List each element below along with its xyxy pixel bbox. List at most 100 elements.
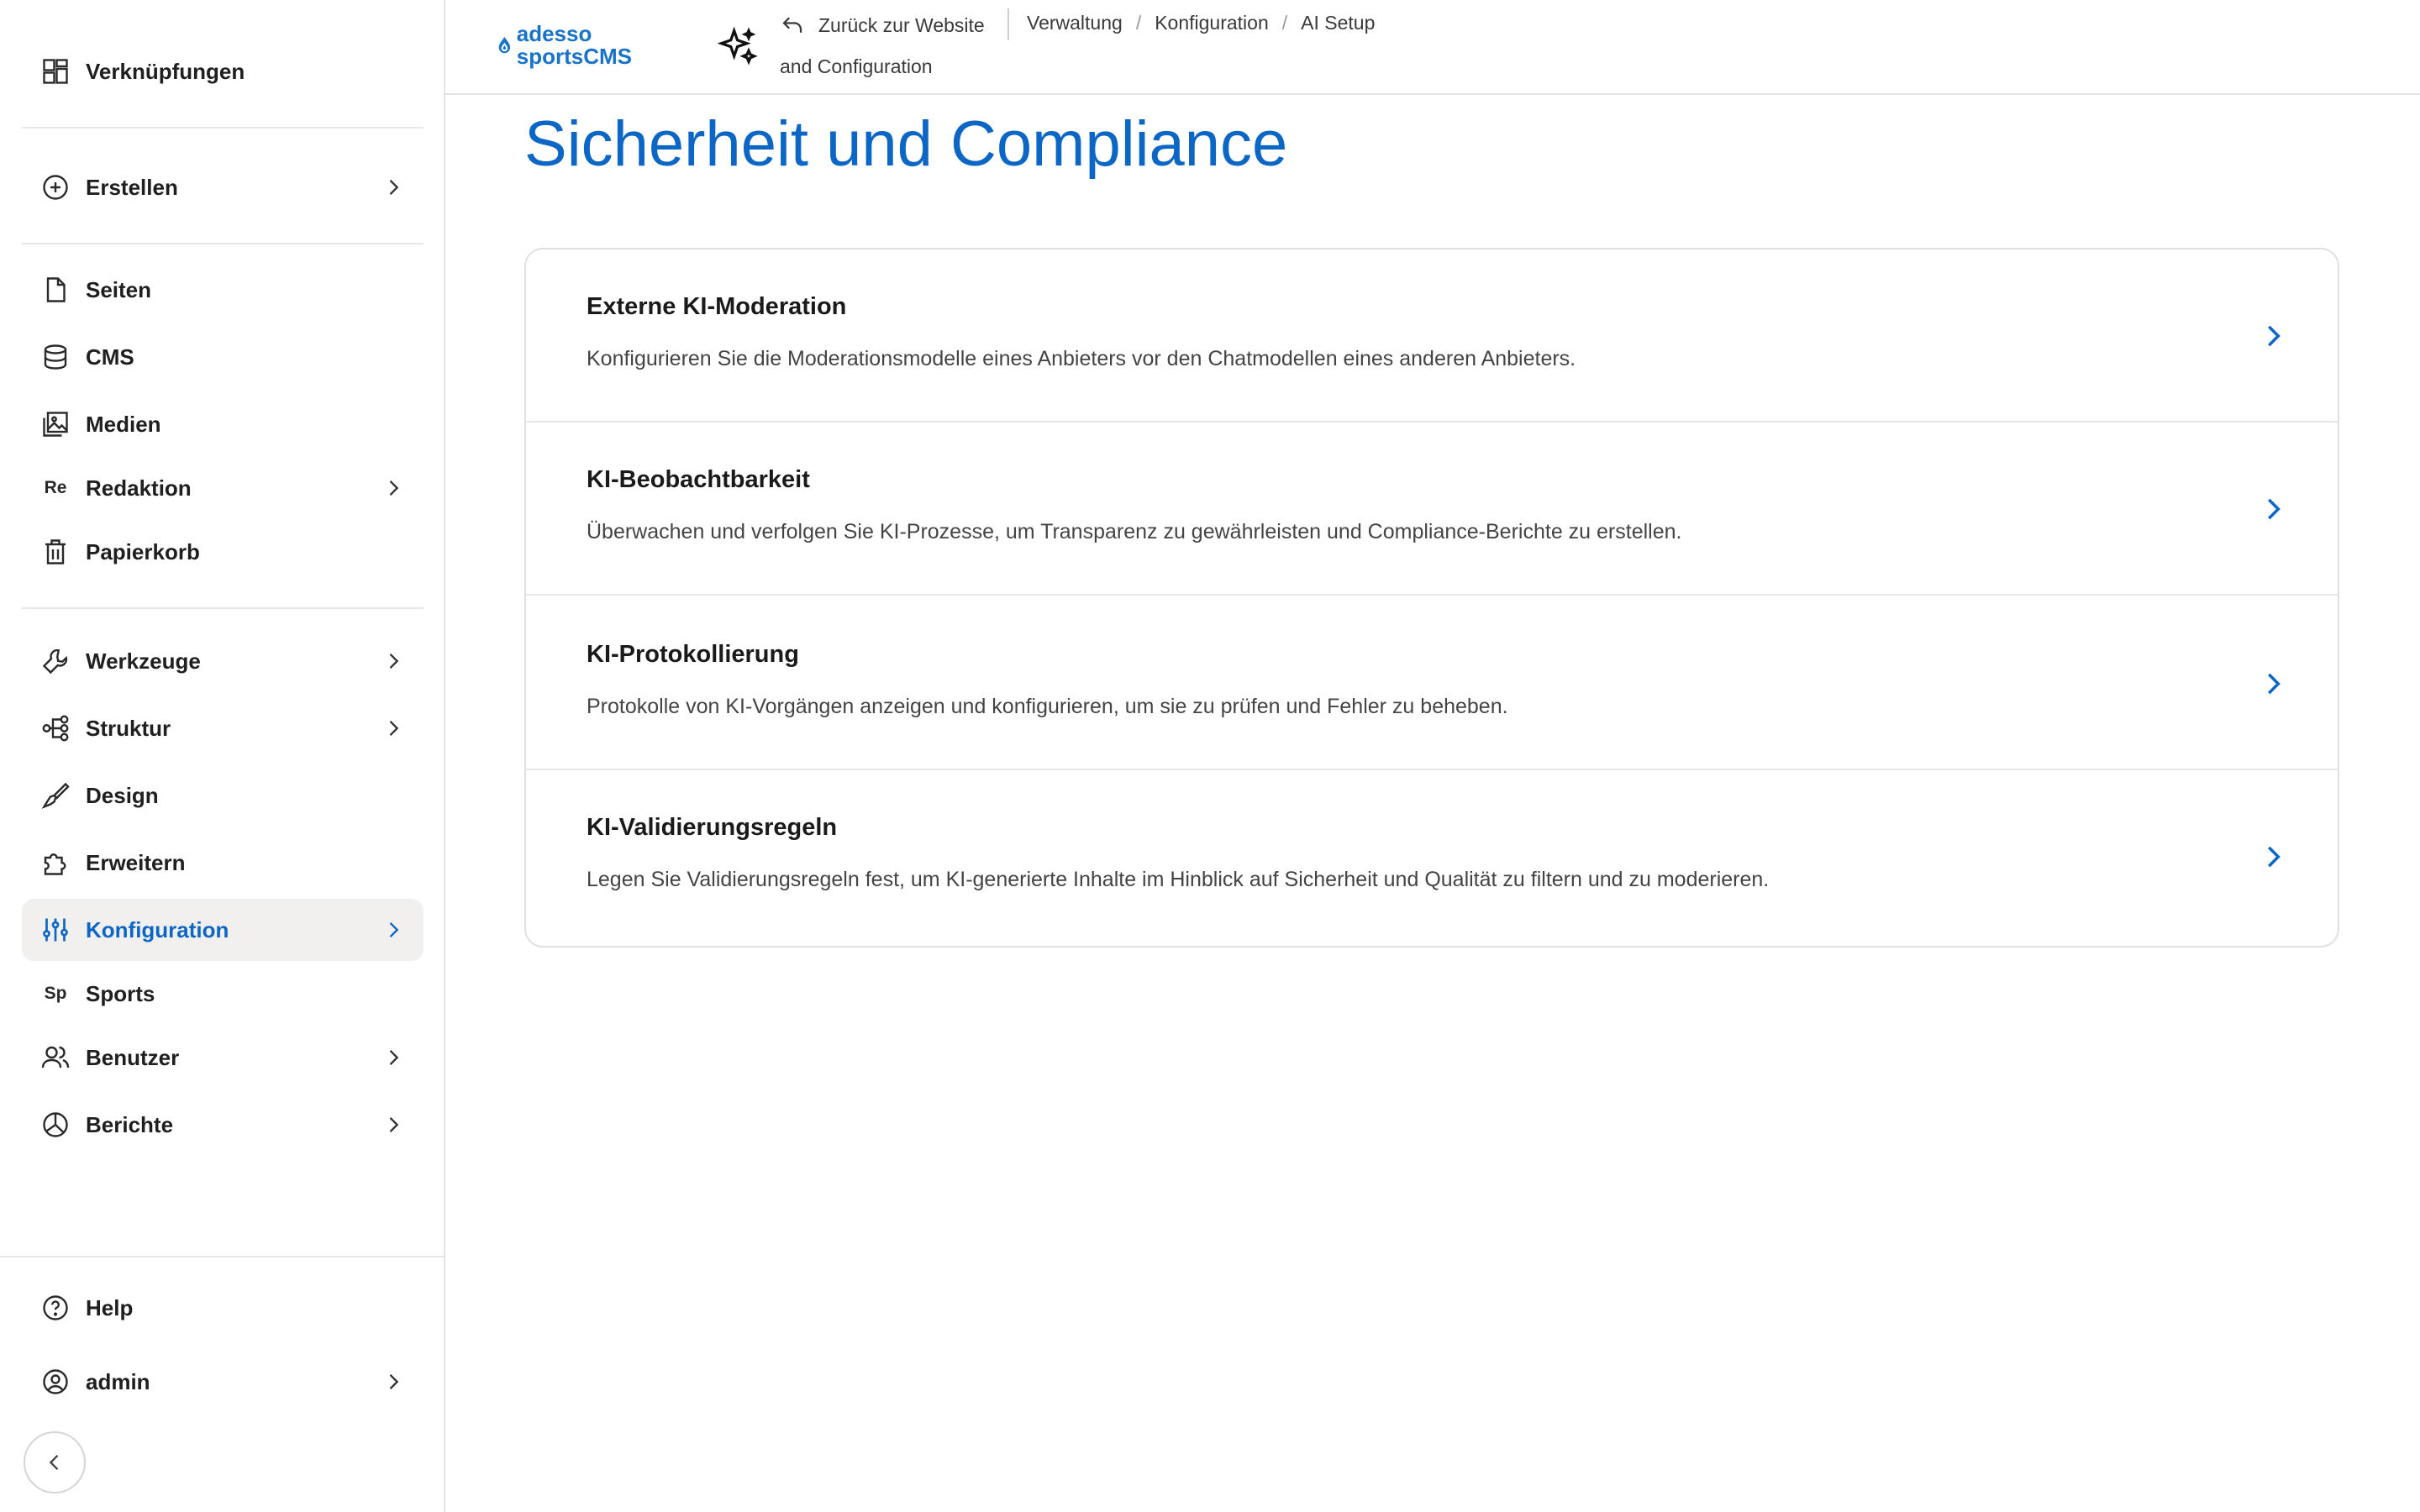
sidebar-item-label: Werkzeuge <box>86 648 201 674</box>
sidebar-item-label: Papierkorb <box>86 538 200 564</box>
sidebar-divider <box>22 127 424 129</box>
sidebar-item-label: Redaktion <box>86 475 192 501</box>
puzzle-icon <box>39 846 72 879</box>
sidebar-item-medien[interactable]: Medien <box>22 393 424 455</box>
sidebar-item-label: CMS <box>86 344 134 370</box>
list-item-description: Überwachen und verfolgen Sie KI-Prozesse… <box>587 520 1682 543</box>
sidebar-item-sports[interactable]: Sp Sports <box>22 963 424 1025</box>
sidebar-item-admin[interactable]: admin <box>22 1351 424 1413</box>
breadcrumb: Verwaltung / Konfiguration / AI Setup <box>1027 12 1375 34</box>
chevron-right-icon <box>381 649 405 673</box>
chevron-right-icon <box>2257 493 2289 525</box>
sidebar-item-design[interactable]: Design <box>22 764 424 827</box>
breadcrumb-separator: / <box>1281 12 1288 34</box>
chevron-right-icon <box>381 476 405 500</box>
sidebar-item-konfiguration[interactable]: Konfiguration <box>22 899 424 961</box>
users-icon <box>39 1041 72 1074</box>
sliders-icon <box>39 913 72 947</box>
sidebar-item-papierkorb[interactable]: Papierkorb <box>22 521 424 583</box>
sports-icon: Sp <box>44 984 67 1003</box>
pie-chart-icon <box>39 1108 72 1142</box>
sidebar-divider <box>22 243 424 244</box>
chevron-right-icon <box>381 717 405 740</box>
redaktion-icon: Re <box>44 478 67 497</box>
chevron-left-icon <box>49 1455 59 1470</box>
chevron-right-icon <box>381 1113 405 1137</box>
logo-text: adesso sportsCMS <box>517 23 632 68</box>
list-item-description: Konfigurieren Sie die Moderationsmodelle… <box>587 347 1576 370</box>
sidebar-divider <box>22 607 424 609</box>
database-icon <box>39 340 72 374</box>
list-item-ki-beobachtbarkeit[interactable]: KI-Beobachtbarkeit Überwachen und verfol… <box>526 423 2338 596</box>
sidebar-item-shortcuts[interactable]: Verknüpfungen <box>22 40 424 102</box>
back-link-label: Zurück zur Website <box>818 13 985 36</box>
settings-list-card: Externe KI-Moderation Konfigurieren Sie … <box>524 248 2339 948</box>
sidebar-item-label: Struktur <box>86 715 171 741</box>
breadcrumb-ai-setup[interactable]: AI Setup <box>1301 12 1375 34</box>
chevron-right-icon <box>381 918 405 942</box>
list-item-title: Externe KI-Moderation <box>587 293 847 320</box>
sidebar-item-label: Berichte <box>86 1111 174 1137</box>
sidebar-item-label: Medien <box>86 411 161 437</box>
logo[interactable]: adesso sportsCMS <box>497 13 632 77</box>
breadcrumb-konfiguration[interactable]: Konfiguration <box>1155 12 1269 34</box>
list-item-title: KI-Protokollierung <box>587 641 799 668</box>
chevron-right-icon <box>381 176 405 199</box>
ai-sparkle-icon[interactable] <box>716 25 760 69</box>
chevron-right-icon <box>381 1046 405 1069</box>
breadcrumb-separator: / <box>1135 12 1142 34</box>
sidebar-item-label: Konfiguration <box>86 916 229 942</box>
list-item-ki-validierungsregeln[interactable]: KI-Validierungsregeln Legen Sie Validier… <box>526 770 2338 943</box>
list-item-description: Legen Sie Validierungsregeln fest, um KI… <box>587 868 1770 891</box>
chevron-right-icon <box>2257 320 2289 352</box>
sidebar-item-benutzer[interactable]: Benutzer <box>22 1026 424 1089</box>
back-to-website-link[interactable]: Zurück zur Website <box>780 8 985 42</box>
sidebar-item-seiten[interactable]: Seiten <box>22 259 424 321</box>
topbar: adesso sportsCMS Zurück zur Website Verw… <box>445 0 2420 95</box>
sidebar-item-berichte[interactable]: Berichte <box>22 1094 424 1156</box>
sidebar-item-help[interactable]: Help <box>22 1277 424 1339</box>
list-item-title: KI-Validierungsregeln <box>587 814 838 841</box>
topbar-separator <box>1007 8 1009 40</box>
sidebar: Verknüpfungen Erstellen Seiten CMS Medie… <box>0 0 445 1512</box>
sidebar-item-redaktion[interactable]: Re Redaktion <box>22 457 424 519</box>
sidebar-item-label: Sports <box>86 980 155 1006</box>
sidebar-item-label: Erweitern <box>86 849 186 875</box>
chevron-right-icon <box>2257 668 2289 700</box>
user-circle-icon <box>39 1365 72 1399</box>
brush-icon <box>39 779 72 812</box>
sidebar-item-label: admin <box>86 1368 150 1394</box>
back-arrow-icon <box>782 17 802 33</box>
page-title: Sicherheit und Compliance <box>524 108 1288 180</box>
list-item-ki-protokollierung[interactable]: KI-Protokollierung Protokolle von KI-Vor… <box>526 597 2338 770</box>
page-icon <box>39 273 72 307</box>
trash-icon <box>39 535 72 569</box>
drop-logo-icon <box>498 36 511 54</box>
plus-circle-icon <box>39 171 72 204</box>
breadcrumb-ai-setup-cont[interactable]: and Configuration <box>780 55 933 78</box>
list-item-externe-ki-moderation[interactable]: Externe KI-Moderation Konfigurieren Sie … <box>526 249 2338 423</box>
sidebar-item-label: Erstellen <box>86 174 178 200</box>
shortcuts-icon <box>39 55 72 88</box>
sidebar-item-werkzeuge[interactable]: Werkzeuge <box>22 630 424 692</box>
sidebar-item-struktur[interactable]: Struktur <box>22 697 424 759</box>
sidebar-item-create[interactable]: Erstellen <box>22 156 424 218</box>
structure-icon <box>39 711 72 745</box>
sidebar-divider <box>0 1256 444 1257</box>
media-icon <box>39 407 72 441</box>
sidebar-item-label: Seiten <box>86 276 152 302</box>
sidebar-item-erweitern[interactable]: Erweitern <box>22 832 424 894</box>
sidebar-item-label: Help <box>86 1294 134 1320</box>
logo-line2: sportsCMS <box>516 44 632 69</box>
chevron-right-icon <box>2257 841 2289 873</box>
chevron-right-icon <box>381 1370 405 1394</box>
breadcrumb-verwaltung[interactable]: Verwaltung <box>1027 12 1123 34</box>
sidebar-item-label: Benutzer <box>86 1044 180 1070</box>
sidebar-collapse-button[interactable] <box>24 1431 86 1494</box>
list-item-title: KI-Beobachtbarkeit <box>587 466 810 493</box>
help-icon <box>39 1291 72 1325</box>
wrench-icon <box>39 644 72 678</box>
logo-line1: adesso <box>516 21 592 46</box>
sidebar-item-label: Verknüpfungen <box>86 58 245 84</box>
sidebar-item-cms[interactable]: CMS <box>22 326 424 388</box>
